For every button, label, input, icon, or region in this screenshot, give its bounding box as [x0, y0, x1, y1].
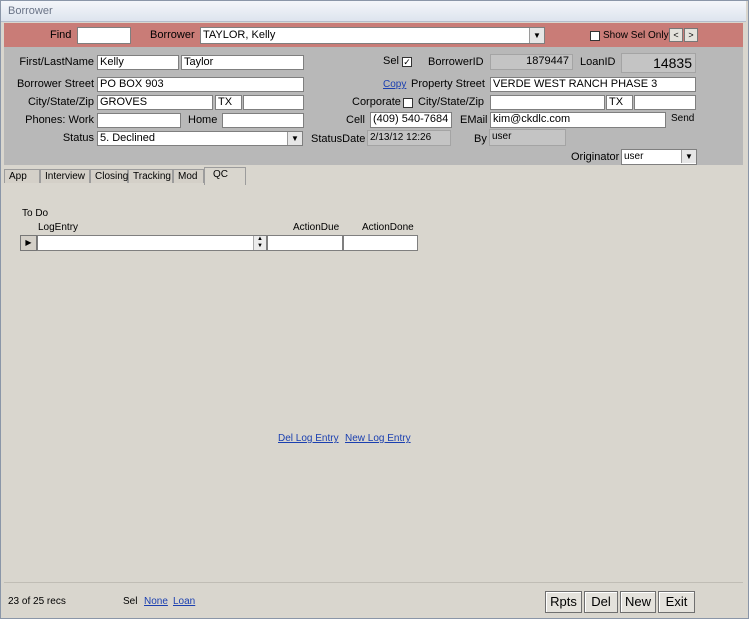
- new-button[interactable]: New: [620, 591, 656, 613]
- corporate-checkbox[interactable]: [403, 98, 413, 108]
- originator-combo-value: user: [624, 151, 644, 162]
- borrower-combo-value: TAYLOR, Kelly: [203, 29, 276, 41]
- tab-qc[interactable]: QC: [204, 167, 246, 185]
- sel-checkbox[interactable]: ✓: [402, 57, 412, 67]
- header-band: Find Borrower TAYLOR, Kelly ▼ Show Sel O…: [4, 23, 743, 47]
- record-count: 23 of 25 recs: [8, 596, 66, 607]
- phones-work-label: Phones: Work: [25, 114, 94, 126]
- find-input[interactable]: [77, 27, 131, 44]
- chevron-down-icon[interactable]: ▼: [529, 28, 544, 43]
- cell-phone-field[interactable]: (409) 540-7684: [370, 112, 452, 128]
- loan-id-field: 14835: [621, 53, 696, 73]
- tab-interview[interactable]: Interview: [40, 169, 90, 183]
- copy-link[interactable]: Copy: [383, 79, 406, 90]
- row-selector[interactable]: ▶: [20, 235, 37, 251]
- window-title: Borrower: [8, 5, 53, 17]
- borrower-label: Borrower: [150, 29, 195, 41]
- qc-tab-panel: To Do LogEntry ActionDue ActionDone ▶ ▲ ▼…: [4, 184, 743, 582]
- logentry-cell[interactable]: ▲ ▼: [37, 235, 267, 251]
- first-name-field[interactable]: Kelly: [97, 55, 179, 70]
- footer-divider: [4, 582, 743, 583]
- find-label: Find: [50, 29, 72, 41]
- borrower-id-field: 1879447: [490, 54, 573, 70]
- email-field[interactable]: kim@ckdlc.com: [490, 112, 666, 128]
- property-zip-field[interactable]: [634, 95, 696, 110]
- originator-combo[interactable]: user ▼: [621, 149, 697, 165]
- chevron-down-icon[interactable]: ▼: [287, 132, 302, 145]
- state-field[interactable]: TX: [215, 95, 242, 110]
- property-csz-label: City/State/Zip: [418, 96, 485, 108]
- prev-record-button[interactable]: <: [669, 28, 683, 42]
- chevron-down-icon[interactable]: ▼: [681, 150, 696, 163]
- actiondue-column-header: ActionDue: [293, 222, 340, 233]
- del-button[interactable]: Del: [584, 591, 618, 613]
- borrower-form: First/LastName Kelly Taylor Sel ✓ Borrow…: [4, 47, 743, 165]
- sel-label: Sel: [383, 55, 399, 67]
- sel-loan-link[interactable]: Loan: [173, 596, 195, 607]
- exit-button[interactable]: Exit: [658, 591, 695, 613]
- borrower-id-label: BorrowerID: [428, 56, 484, 68]
- tab-closing[interactable]: Closing: [90, 169, 128, 183]
- sel-none-link[interactable]: None: [144, 596, 168, 607]
- tab-mod[interactable]: Mod: [173, 169, 204, 183]
- show-sel-only-label: Show Sel Only: [603, 30, 669, 41]
- next-record-button[interactable]: >: [684, 28, 698, 42]
- home-phone-field[interactable]: [222, 113, 304, 128]
- loan-id-label: LoanID: [580, 56, 616, 68]
- actiondue-cell[interactable]: [267, 235, 343, 251]
- property-city-field[interactable]: [490, 95, 605, 110]
- todo-label: To Do: [22, 208, 49, 219]
- property-state-field[interactable]: TX: [606, 95, 633, 110]
- property-street-field[interactable]: VERDE WEST RANCH PHASE 3: [490, 77, 696, 92]
- new-log-entry-link[interactable]: New Log Entry: [345, 433, 411, 444]
- email-label: EMail: [460, 114, 488, 126]
- status-date-field: 2/13/12 12:26: [367, 130, 451, 146]
- by-label: By: [474, 133, 487, 145]
- property-street-label: Property Street: [411, 78, 485, 90]
- tab-tracking[interactable]: Tracking: [128, 169, 173, 183]
- zip-field[interactable]: [243, 95, 304, 110]
- actiondone-cell[interactable]: [343, 235, 418, 251]
- by-field: user: [489, 129, 566, 146]
- title-bar: Borrower: [1, 1, 746, 22]
- logentry-column-header: LogEntry: [38, 222, 79, 233]
- borrower-street-label: Borrower Street: [16, 78, 94, 90]
- originator-label: Originator: [571, 151, 620, 163]
- tab-strip: App Interview Closing Tracking Mod QC: [4, 167, 743, 185]
- status-combo[interactable]: 5. Declined ▼: [97, 131, 303, 146]
- scroll-arrows-icon[interactable]: ▲ ▼: [253, 236, 266, 250]
- status-date-label: StatusDate: [311, 133, 366, 145]
- borrower-street-field[interactable]: PO BOX 903: [97, 77, 304, 92]
- work-phone-field[interactable]: [97, 113, 181, 128]
- status-combo-value: 5. Declined: [100, 132, 156, 144]
- show-sel-only-checkbox[interactable]: [590, 31, 600, 41]
- home-label: Home: [188, 114, 218, 126]
- first-last-label: First/LastName: [19, 56, 94, 68]
- footer-sel-label: Sel: [123, 596, 138, 607]
- city-field[interactable]: GROVES: [97, 95, 213, 110]
- del-log-entry-link[interactable]: Del Log Entry: [278, 433, 339, 444]
- city-state-zip-label: City/State/Zip: [27, 96, 94, 108]
- send-email-button[interactable]: Send: [671, 113, 694, 124]
- status-label: Status: [62, 132, 94, 144]
- actiondone-column-header: ActionDone: [362, 222, 414, 233]
- corporate-label: Corporate: [352, 96, 401, 108]
- tab-app[interactable]: App: [4, 169, 40, 183]
- cell-label: Cell: [346, 114, 365, 126]
- last-name-field[interactable]: Taylor: [181, 55, 304, 70]
- rpts-button[interactable]: Rpts: [545, 591, 582, 613]
- borrower-combo[interactable]: TAYLOR, Kelly ▼: [200, 27, 545, 44]
